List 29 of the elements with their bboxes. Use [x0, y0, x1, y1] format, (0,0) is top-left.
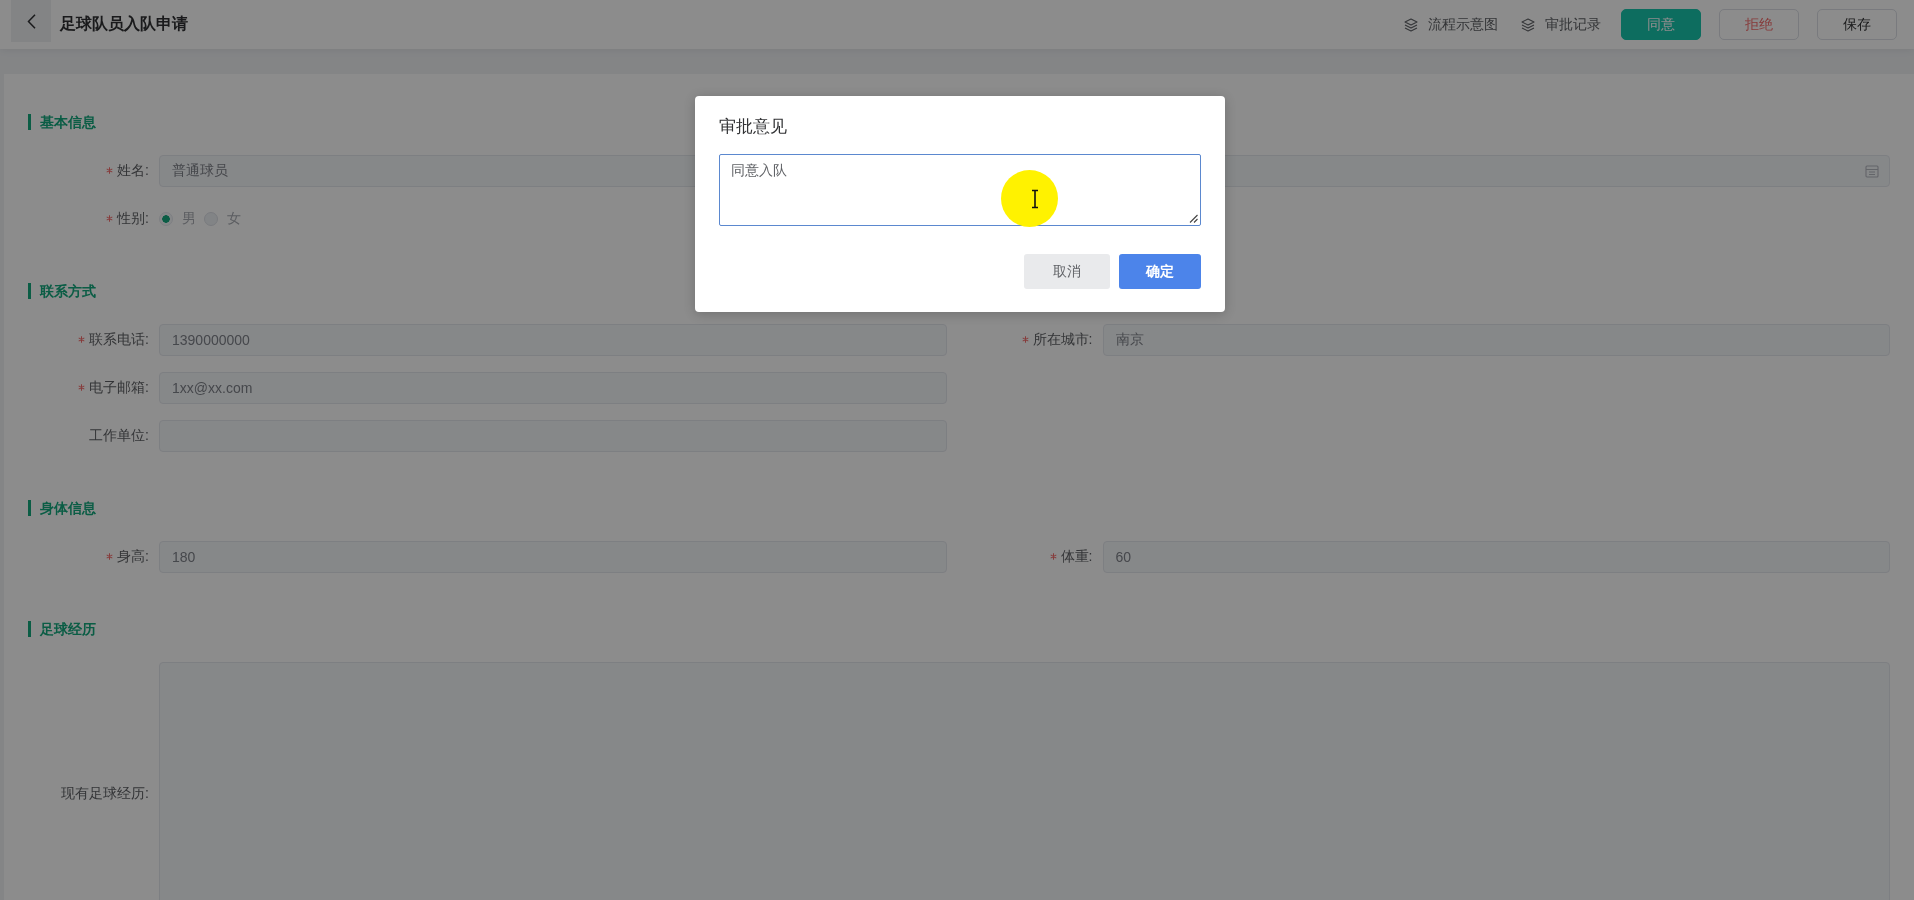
calendar-icon: [1865, 164, 1879, 178]
comment-field[interactable]: 同意入队: [719, 154, 1201, 226]
dialog-button[interactable]: 取消: [1024, 254, 1110, 289]
field-label: 所在城市:: [1032, 331, 1093, 349]
section-title: 身体信息: [28, 500, 96, 516]
layers-icon: [1521, 17, 1535, 32]
header-link[interactable]: 流程示意图: [1404, 15, 1498, 34]
field-label: 身高:: [117, 548, 149, 566]
text-cursor-icon: [1001, 170, 1058, 227]
header-link[interactable]: 审批记录: [1521, 15, 1601, 34]
field-label: 联系电话:: [89, 331, 149, 349]
section-title: 基本信息: [28, 114, 96, 130]
section-title: 联系方式: [28, 283, 96, 299]
page-title: 足球队员入队申请: [60, 14, 188, 34]
layers-icon: [1404, 17, 1418, 32]
resize-grip-icon: [1189, 214, 1198, 223]
dialog-title: 审批意见: [719, 116, 787, 138]
field-label: 姓名:: [117, 162, 149, 180]
field-label: 现有足球经历:: [61, 785, 149, 803]
back-button[interactable]: [11, 0, 51, 42]
field-label: 性别:: [117, 210, 149, 228]
dialog-button[interactable]: 确定: [1119, 254, 1201, 289]
section-title: 足球经历: [28, 621, 96, 637]
field-label: 体重:: [1060, 548, 1093, 566]
action-button[interactable]: 拒绝: [1719, 9, 1799, 40]
action-button[interactable]: 保存: [1817, 9, 1897, 40]
action-button[interactable]: 同意: [1621, 9, 1701, 40]
field-label: 电子邮箱:: [89, 379, 149, 397]
field-label: 工作单位:: [89, 427, 149, 445]
